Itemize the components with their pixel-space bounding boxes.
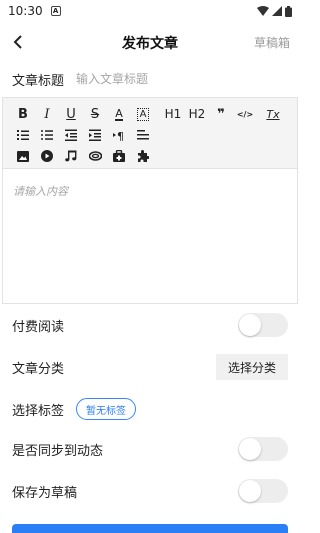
clear-format-glyph: Tx: [266, 107, 280, 121]
article-title-row: 文章标题: [0, 62, 300, 96]
sync-label: 是否同步到动态: [12, 443, 104, 459]
underline-icon[interactable]: U: [59, 105, 83, 123]
toggle-knob: [239, 314, 261, 336]
music-svg: [65, 150, 77, 162]
bold-glyph: B: [18, 106, 28, 122]
toolbar-row-paragraph: ¶: [11, 125, 155, 145]
italic-glyph: I: [44, 106, 50, 122]
strikethrough-icon[interactable]: S: [83, 105, 107, 123]
paid-content-svg: [113, 150, 125, 162]
status-bar: 10:30 A: [0, 0, 300, 22]
font-color-icon[interactable]: A: [107, 105, 131, 123]
paid-reading-toggle[interactable]: [238, 313, 288, 337]
bullet-list-svg: [41, 130, 53, 140]
plugin-icon[interactable]: [131, 147, 155, 165]
status-icons: [257, 5, 292, 17]
outdent-icon[interactable]: [59, 126, 83, 144]
toggle-knob: [239, 480, 261, 502]
strike-glyph: S: [90, 106, 100, 122]
outdent-svg: [65, 129, 77, 141]
article-title-input[interactable]: [76, 72, 276, 86]
music-icon[interactable]: [59, 147, 83, 165]
quote-icon[interactable]: ❞: [209, 105, 233, 123]
font-color-glyph: A: [115, 106, 123, 121]
content-editor[interactable]: 请输入内容: [2, 168, 298, 304]
sync-row: 是否同步到动态: [0, 428, 300, 470]
ordered-list-icon[interactable]: [11, 126, 35, 144]
attachment-svg: [88, 151, 102, 161]
editor-toolbar: B I U S A A H1 H2 ❞ </> Tx ¶: [2, 97, 298, 168]
italic-icon[interactable]: I: [35, 105, 59, 123]
notification-icon: A: [50, 6, 61, 16]
paragraph-direction-icon[interactable]: ¶: [107, 126, 131, 144]
category-label: 文章分类: [12, 361, 65, 377]
heading-1-icon[interactable]: H1: [161, 105, 185, 123]
image-svg: [17, 150, 29, 162]
attachment-icon[interactable]: [83, 147, 107, 165]
code-icon[interactable]: </>: [233, 105, 257, 123]
article-title-label: 文章标题: [12, 73, 65, 89]
tags-row: 选择标签 暂无标签: [0, 388, 300, 430]
paid-content-icon[interactable]: [107, 147, 131, 165]
align-svg: [137, 130, 149, 140]
app-bar: 发布文章 草稿箱: [0, 22, 300, 62]
status-time: 10:30: [8, 4, 43, 18]
video-icon[interactable]: [35, 147, 59, 165]
select-category-button[interactable]: 选择分类: [215, 354, 288, 380]
toolbar-row-format: B I U S A A H1 H2 ❞ </> Tx: [11, 104, 285, 124]
save-draft-label: 保存为草稿: [12, 485, 78, 501]
svg-text:¶: ¶: [117, 130, 124, 141]
image-icon[interactable]: [11, 147, 35, 165]
no-tags-chip[interactable]: 暂无标签: [76, 398, 137, 420]
drafts-link[interactable]: 草稿箱: [254, 34, 290, 51]
indent-svg: [89, 129, 101, 141]
h2-glyph: H2: [188, 107, 206, 121]
content-placeholder: 请输入内容: [13, 185, 68, 198]
signal-icon: [272, 6, 282, 16]
battery-icon: [285, 5, 292, 17]
h1-glyph: H1: [164, 107, 182, 121]
code-glyph: </>: [236, 109, 254, 119]
category-row: 文章分类 选择分类: [0, 346, 300, 388]
ordered-list-svg: [17, 130, 29, 140]
video-svg: [41, 150, 53, 162]
plugin-svg: [138, 150, 149, 162]
paid-reading-row: 付费阅读: [0, 304, 300, 346]
background-color-icon[interactable]: A: [131, 105, 155, 123]
bullet-list-icon[interactable]: [35, 126, 59, 144]
sync-toggle[interactable]: [238, 437, 288, 461]
save-draft-row: 保存为草稿: [0, 470, 300, 512]
heading-2-icon[interactable]: H2: [185, 105, 209, 123]
save-draft-toggle[interactable]: [238, 479, 288, 503]
underline-glyph: U: [66, 106, 76, 122]
wifi-icon: [257, 6, 269, 16]
quote-glyph: ❞: [217, 106, 225, 122]
align-icon[interactable]: [131, 126, 155, 144]
bold-icon[interactable]: B: [11, 105, 35, 123]
toggle-knob: [239, 438, 261, 460]
paid-reading-label: 付费阅读: [12, 319, 65, 335]
publish-button[interactable]: [12, 524, 288, 533]
indent-icon[interactable]: [83, 126, 107, 144]
tags-label: 选择标签: [12, 403, 65, 419]
bg-color-glyph: A: [136, 107, 150, 121]
paragraph-direction-svg: ¶: [113, 130, 124, 141]
clear-format-icon[interactable]: Tx: [261, 105, 285, 123]
toolbar-row-media: [11, 146, 155, 166]
